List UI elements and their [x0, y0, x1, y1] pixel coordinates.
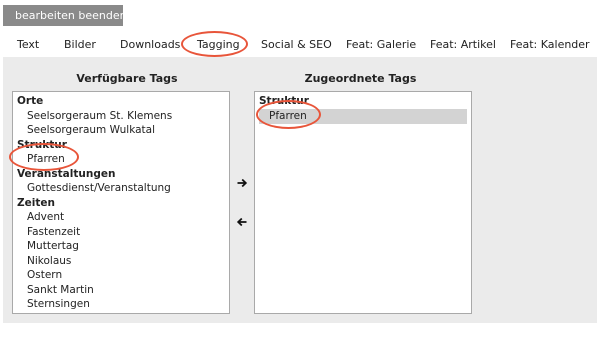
move-right-button[interactable] — [236, 177, 248, 189]
move-left-button[interactable] — [236, 216, 248, 228]
tab-text[interactable]: Text — [17, 33, 39, 57]
tag-option[interactable]: Fastenzeit — [17, 225, 225, 240]
tag-option[interactable]: Sankt Martin — [17, 283, 225, 298]
tab-tagging[interactable]: Tagging — [197, 33, 240, 57]
assigned-tags-title: Zugeordnete Tags — [304, 72, 417, 85]
assigned-tags-list[interactable]: Struktur Pfarren — [254, 91, 472, 314]
group-struktur: Struktur — [259, 95, 309, 107]
tag-option[interactable]: Advent — [17, 210, 225, 225]
tab-bilder[interactable]: Bilder — [64, 33, 96, 57]
exit-edit-button[interactable]: bearbeiten beenden — [3, 5, 127, 26]
tag-option[interactable]: Ostern — [17, 268, 225, 283]
group-zeiten: Zeiten — [17, 196, 55, 209]
tag-option[interactable]: Nikolaus — [17, 254, 225, 269]
assigned-tag-pfarren[interactable]: Pfarren — [259, 108, 467, 124]
tag-option[interactable]: Sternsingen — [17, 297, 225, 312]
available-tags-list[interactable]: Orte Seelsorgeraum St. Klemens Seelsorge… — [12, 91, 230, 314]
group-orte: Orte — [17, 95, 44, 107]
tab-bar: Text Bilder Downloads Tagging Social & S… — [0, 33, 600, 57]
tab-feat-kalender[interactable]: Feat: Kalender — [510, 33, 590, 57]
tag-option[interactable]: Seelsorgeraum St. Klemens — [17, 109, 225, 124]
tab-social-seo[interactable]: Social & SEO — [261, 33, 332, 57]
arrow-right-icon — [237, 178, 248, 188]
group-veranstaltungen: Veranstaltungen — [17, 167, 116, 180]
tab-downloads[interactable]: Downloads — [120, 33, 180, 57]
tag-option[interactable]: Muttertag — [17, 239, 225, 254]
tag-option-pfarren[interactable]: Pfarren — [17, 152, 225, 167]
exit-edit-label: bearbeiten beenden — [15, 9, 127, 22]
tag-option[interactable]: Gottesdienst/Veranstaltung — [17, 181, 225, 196]
arrow-left-icon — [236, 217, 247, 227]
tag-option[interactable]: Seelsorgeraum Wulkatal — [17, 123, 225, 138]
tab-feat-galerie[interactable]: Feat: Galerie — [346, 33, 416, 57]
available-tags-title: Verfügbare Tags — [76, 72, 178, 85]
group-struktur: Struktur — [17, 138, 67, 151]
tab-feat-artikel[interactable]: Feat: Artikel — [430, 33, 496, 57]
